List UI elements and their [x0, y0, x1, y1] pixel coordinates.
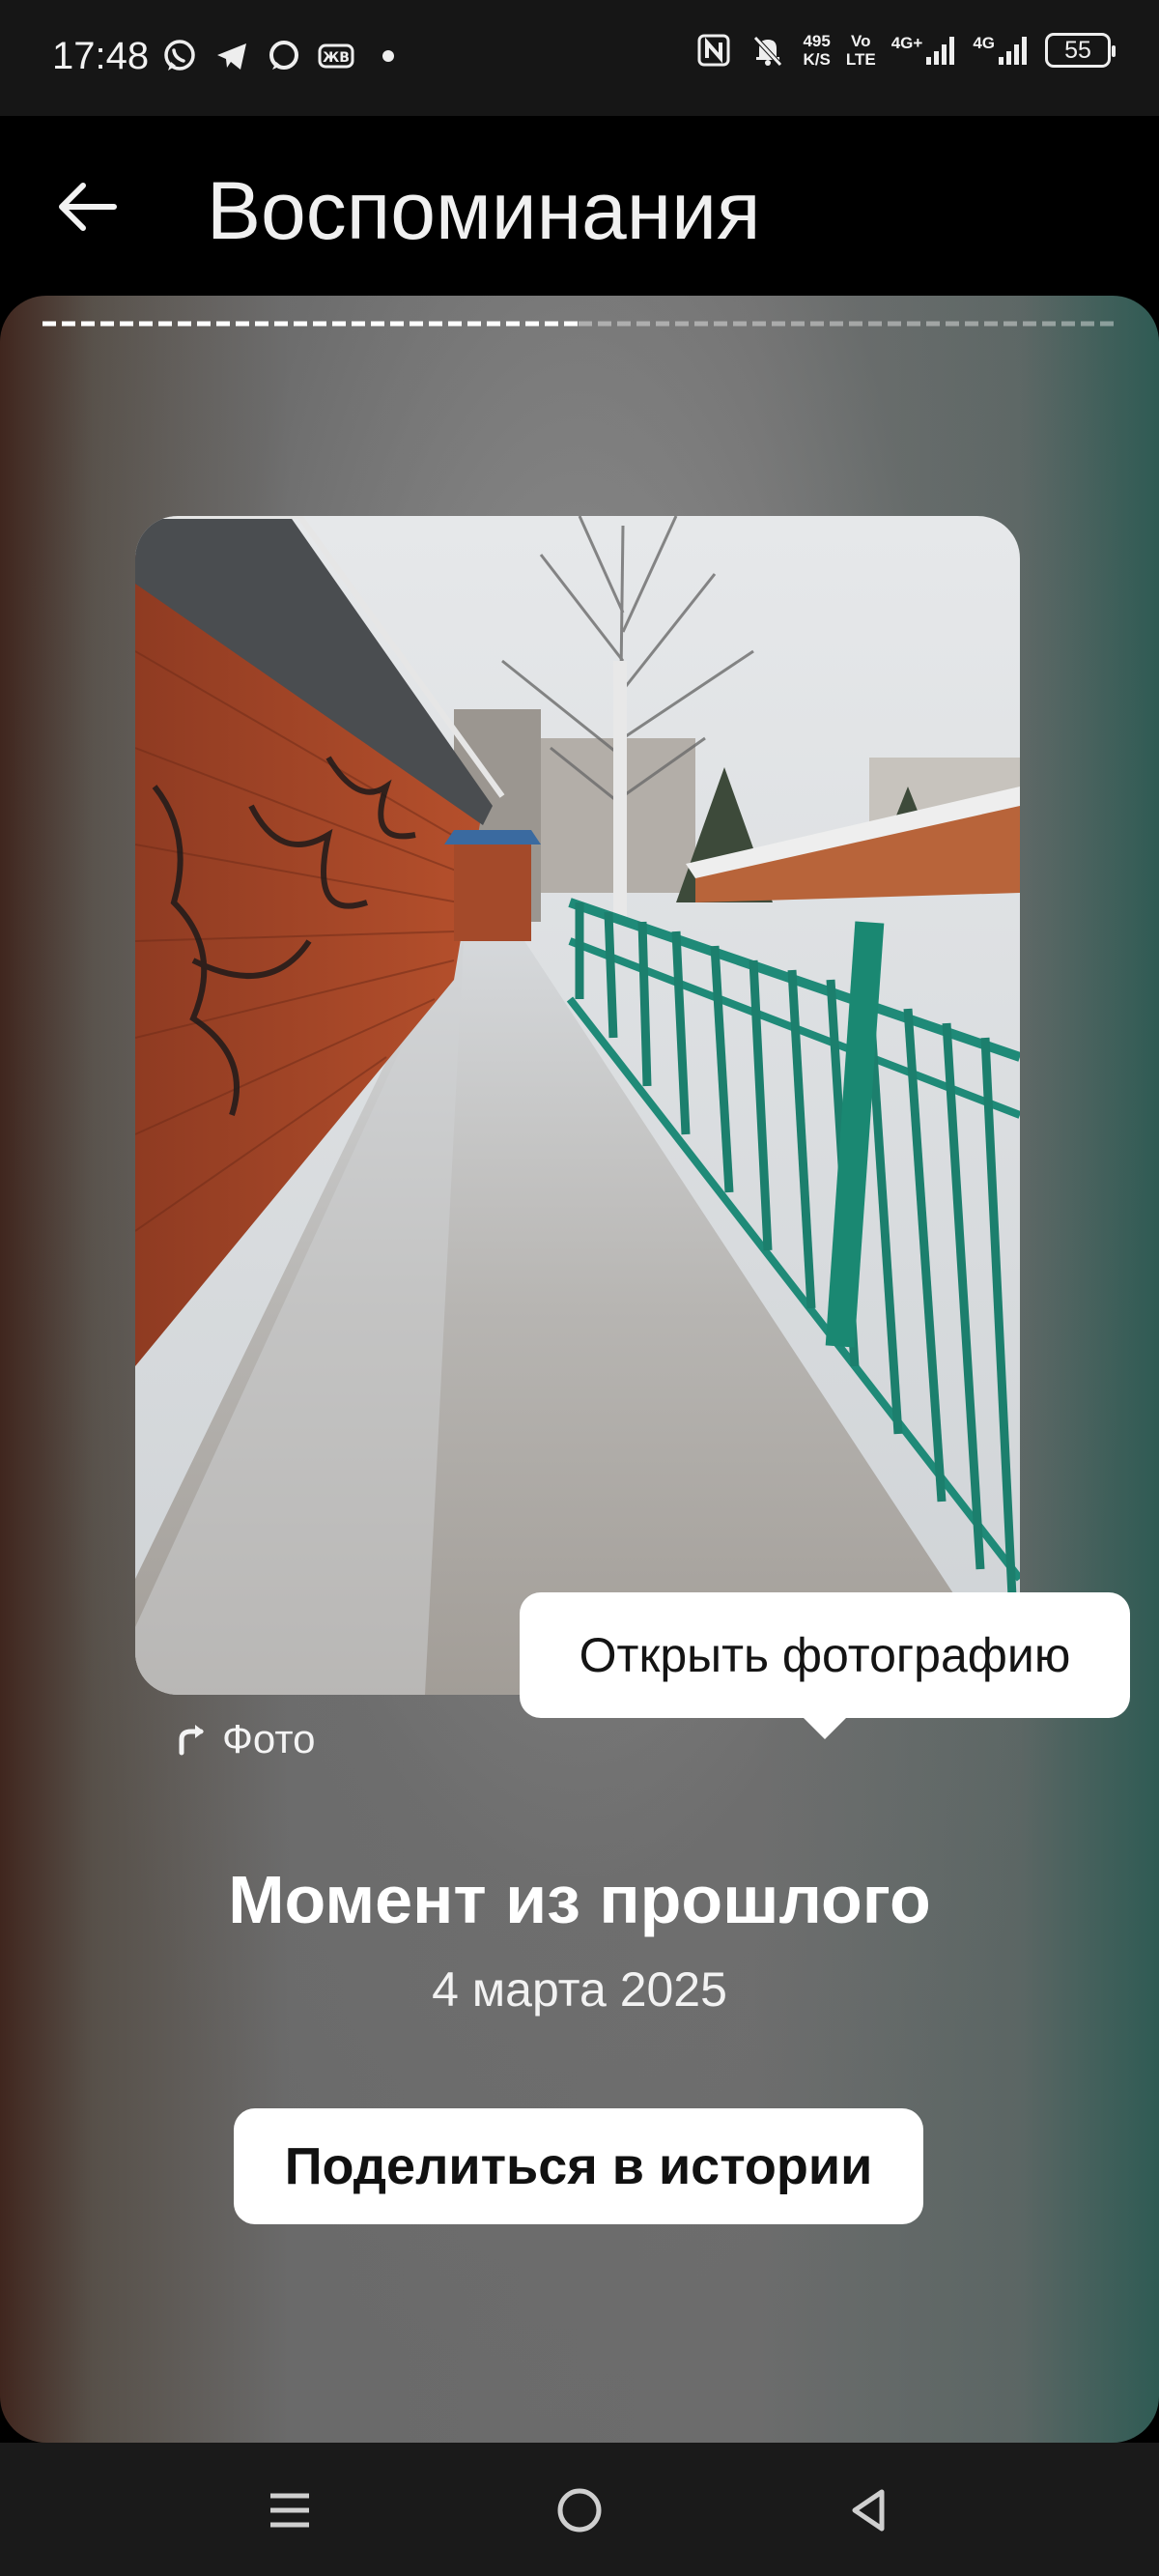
memory-photo[interactable]	[135, 516, 1020, 1695]
memory-date: 4 марта 2025	[432, 1962, 727, 2017]
bell-muted-icon	[749, 31, 787, 70]
home-circle-icon	[557, 2488, 602, 2533]
menu-icon	[270, 2493, 309, 2528]
status-time: 17:48	[52, 35, 150, 77]
story-progress-bar	[42, 321, 1115, 327]
open-photo-tooltip[interactable]: Открыть фотографию	[520, 1592, 1130, 1739]
signal-1: 4G+	[891, 34, 958, 67]
signal-icon	[926, 37, 955, 65]
menu-button[interactable]	[251, 2472, 328, 2549]
arrow-left-icon	[59, 183, 117, 231]
nfc-icon	[694, 31, 733, 70]
volte-top: Vo	[851, 32, 871, 50]
net-speed-value: 495	[803, 32, 831, 50]
telegram-icon	[212, 37, 251, 75]
home-button[interactable]	[541, 2472, 618, 2549]
vk-icon: ЖВ	[317, 37, 355, 75]
whatsapp-icon	[160, 37, 199, 75]
net-type-2: 4G	[973, 34, 995, 52]
signal-2: 4G	[973, 34, 1030, 67]
system-back-button[interactable]	[831, 2472, 908, 2549]
volte-bottom: LTE	[845, 50, 876, 69]
notification-icons: ЖВ	[160, 37, 408, 75]
signal-icon	[999, 37, 1027, 65]
battery-indicator: 55	[1045, 33, 1116, 68]
back-triangle-icon	[852, 2489, 885, 2532]
status-bar: 17:48 ЖВ 495 K/S Vo LTE 4G+ 4G 55	[0, 0, 1159, 116]
system-nav-bar	[0, 2443, 1159, 2576]
dot-icon	[369, 37, 408, 75]
back-button[interactable]	[48, 168, 126, 245]
svg-text:ЖВ: ЖВ	[323, 50, 350, 66]
net-speed: 495 K/S	[803, 32, 830, 69]
memory-story-card[interactable]: Открыть фотографию Фото Момент из прошло…	[0, 296, 1159, 2443]
net-speed-unit: K/S	[803, 50, 831, 69]
app-bar: Воспоминания	[0, 116, 1159, 296]
net-type-1: 4G+	[890, 34, 923, 52]
share-arrow-icon	[179, 1725, 204, 1756]
photo-source: Фото	[174, 1716, 316, 1762]
volte-indicator: Vo LTE	[846, 32, 876, 69]
photo-source-label: Фото	[222, 1716, 316, 1761]
memory-title: Момент из прошлого	[228, 1862, 931, 1937]
share-to-story-button[interactable]: Поделиться в истории	[234, 2108, 923, 2224]
system-icons: 495 K/S Vo LTE 4G+ 4G 55	[694, 31, 1116, 70]
page-title: Воспоминания	[207, 165, 761, 256]
chat-bubble-icon	[265, 37, 303, 75]
